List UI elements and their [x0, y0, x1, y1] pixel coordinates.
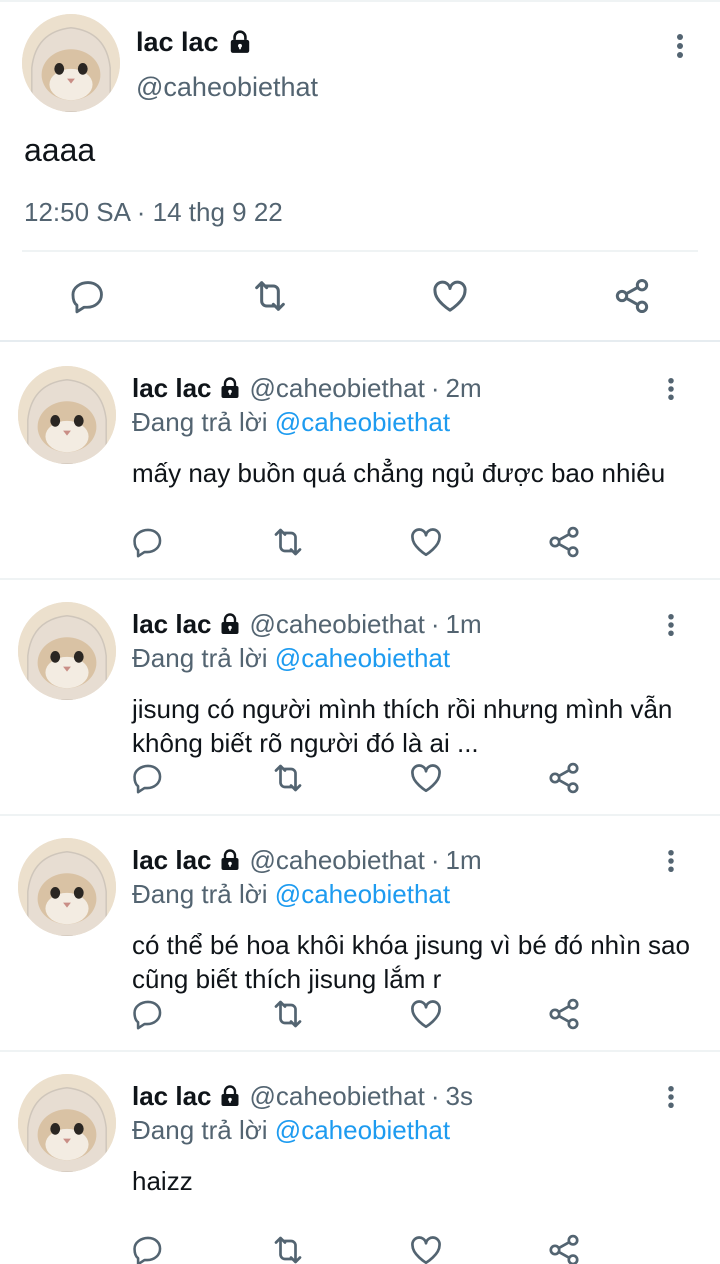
- display-name[interactable]: lac lac: [132, 372, 212, 404]
- timestamp[interactable]: 2m: [445, 372, 481, 404]
- reply-text: jisung có người mình thích rồi nhưng mìn…: [132, 694, 673, 758]
- avatar[interactable]: [18, 602, 116, 700]
- mention-link[interactable]: @caheobiethat: [275, 643, 450, 673]
- replying-prefix: Đang trả lời: [132, 879, 268, 909]
- reply-header: lac lac @caheobiethat · 1m: [132, 844, 482, 876]
- retweet-icon[interactable]: [270, 996, 306, 1032]
- mention-link[interactable]: @caheobiethat: [275, 407, 450, 437]
- lock-icon: [218, 612, 242, 636]
- reply-header: lac lac @caheobiethat · 3s: [132, 1080, 473, 1112]
- share-icon[interactable]: [546, 760, 582, 796]
- like-icon[interactable]: [430, 276, 470, 316]
- reply-icon[interactable]: [68, 276, 108, 316]
- share-icon[interactable]: [546, 996, 582, 1032]
- separator: ·: [430, 609, 440, 639]
- display-name[interactable]: lac lac: [136, 26, 253, 58]
- replying-prefix: Đang trả lời: [132, 643, 268, 673]
- reply-text: haizz: [132, 1166, 193, 1196]
- lock-icon: [218, 1084, 242, 1108]
- share-icon[interactable]: [546, 524, 582, 560]
- section-divider: [0, 340, 720, 342]
- share-icon[interactable]: [546, 1232, 582, 1264]
- lock-icon: [218, 376, 242, 400]
- display-name[interactable]: lac lac: [132, 1080, 212, 1112]
- display-name[interactable]: lac lac: [132, 608, 212, 640]
- like-icon[interactable]: [408, 760, 444, 796]
- separator: ·: [430, 373, 440, 403]
- handle[interactable]: @caheobiethat: [250, 1080, 425, 1112]
- more-vertical-icon[interactable]: [660, 376, 682, 402]
- more-vertical-icon[interactable]: [668, 32, 692, 60]
- avatar[interactable]: [18, 366, 116, 464]
- avatar[interactable]: [18, 838, 116, 936]
- tweet-text: aaaa: [24, 132, 96, 168]
- action-bar: [0, 760, 720, 796]
- divider: [22, 250, 698, 252]
- main-tweet: lac lac @caheobiethat aaaa 12:50 SA · 14…: [0, 0, 720, 340]
- handle[interactable]: @caheobiethat: [250, 844, 425, 876]
- reply-tweet[interactable]: lac lac @caheobiethat · 1m Đang trả lời …: [0, 580, 720, 816]
- lock-icon: [218, 848, 242, 872]
- retweet-icon[interactable]: [270, 524, 306, 560]
- retweet-icon[interactable]: [270, 760, 306, 796]
- reply-icon[interactable]: [130, 996, 166, 1032]
- reply-icon[interactable]: [130, 524, 166, 560]
- reply-icon[interactable]: [130, 1232, 166, 1264]
- more-vertical-icon[interactable]: [660, 848, 682, 874]
- timestamp[interactable]: 1m: [445, 844, 481, 876]
- more-vertical-icon[interactable]: [660, 612, 682, 638]
- reply-icon[interactable]: [130, 760, 166, 796]
- more-vertical-icon[interactable]: [660, 1084, 682, 1110]
- reply-tweet[interactable]: lac lac @caheobiethat · 2m Đang trả lời …: [0, 344, 720, 580]
- action-bar: [0, 276, 720, 316]
- replying-prefix: Đang trả lời: [132, 1115, 268, 1145]
- action-bar: [0, 996, 720, 1032]
- replying-prefix: Đang trả lời: [132, 407, 268, 437]
- mention-link[interactable]: @caheobiethat: [275, 879, 450, 909]
- handle[interactable]: @caheobiethat: [136, 70, 318, 104]
- like-icon[interactable]: [408, 996, 444, 1032]
- replying-to: Đang trả lời @caheobiethat: [132, 1114, 450, 1146]
- timestamp[interactable]: 3s: [445, 1080, 472, 1112]
- reply-header: lac lac @caheobiethat · 2m: [132, 372, 482, 404]
- reply-header: lac lac @caheobiethat · 1m: [132, 608, 482, 640]
- action-bar: [0, 524, 720, 560]
- display-name-text: lac lac: [136, 27, 219, 57]
- handle[interactable]: @caheobiethat: [250, 372, 425, 404]
- avatar[interactable]: [22, 14, 120, 112]
- handle[interactable]: @caheobiethat: [250, 608, 425, 640]
- retweet-icon[interactable]: [250, 276, 290, 316]
- like-icon[interactable]: [408, 524, 444, 560]
- action-bar: [0, 1232, 720, 1264]
- retweet-icon[interactable]: [270, 1232, 306, 1264]
- display-name[interactable]: lac lac: [132, 844, 212, 876]
- replying-to: Đang trả lời @caheobiethat: [132, 878, 450, 910]
- lock-icon: [227, 29, 253, 55]
- share-icon[interactable]: [612, 276, 652, 316]
- timestamp[interactable]: 12:50 SA · 14 thg 9 22: [24, 196, 283, 228]
- avatar[interactable]: [18, 1074, 116, 1172]
- timestamp[interactable]: 1m: [445, 608, 481, 640]
- mention-link[interactable]: @caheobiethat: [275, 1115, 450, 1145]
- replying-to: Đang trả lời @caheobiethat: [132, 642, 450, 674]
- reply-text: mấy nay buồn quá chẳng ngủ được bao nhiê…: [132, 458, 666, 488]
- replying-to: Đang trả lời @caheobiethat: [132, 406, 450, 438]
- like-icon[interactable]: [408, 1232, 444, 1264]
- reply-text: có thể bé hoa khôi khóa jisung vì bé đó …: [132, 930, 690, 994]
- reply-tweet[interactable]: lac lac @caheobiethat · 1m Đang trả lời …: [0, 816, 720, 1052]
- separator: ·: [430, 1081, 440, 1111]
- reply-tweet[interactable]: lac lac @caheobiethat · 3s Đang trả lời …: [0, 1052, 720, 1264]
- separator: ·: [430, 845, 440, 875]
